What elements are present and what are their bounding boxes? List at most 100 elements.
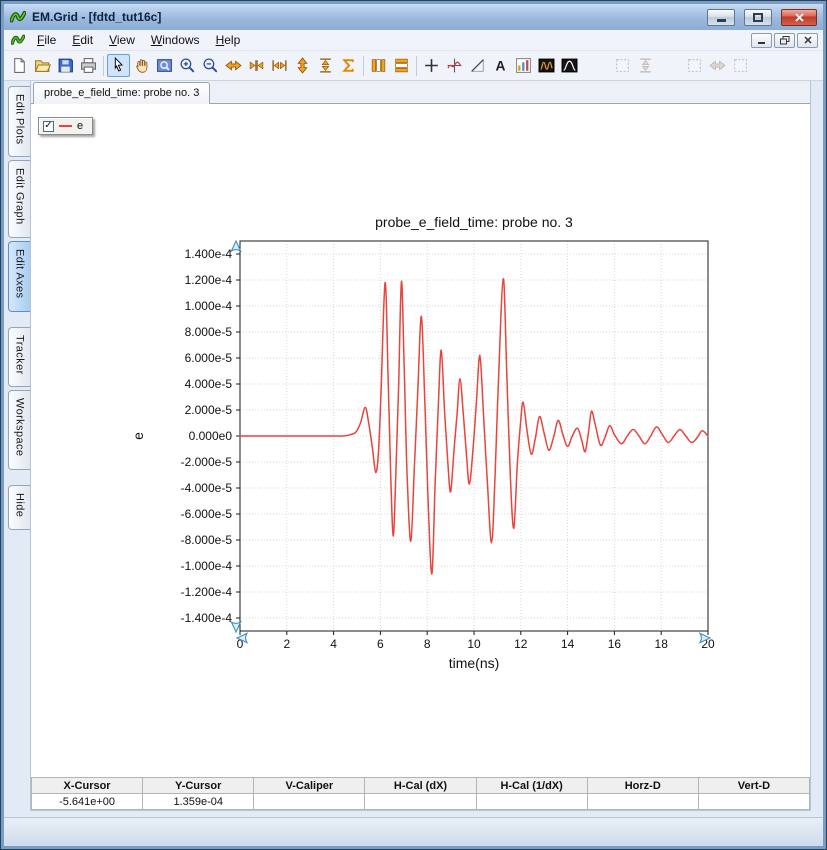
status-header-v-caliper: V-Caliper [254, 778, 365, 794]
select-cursor-icon [110, 57, 127, 74]
tab-probe-e-field-time[interactable]: probe_e_field_time: probe no. 3 [33, 82, 210, 104]
sidebar-tab-edit-graph[interactable]: Edit Graph [8, 160, 30, 238]
sidebar-tab-label: Hide [14, 493, 26, 517]
close-button[interactable] [781, 9, 817, 26]
new-graph-button[interactable] [512, 54, 535, 77]
x-tick-label: 12 [514, 637, 528, 651]
status-value-v-caliper [254, 794, 365, 810]
legend-checkbox[interactable]: ✓ [43, 121, 54, 132]
y-tick-label: 0.000e0 [189, 429, 233, 443]
link-box-button [683, 54, 706, 77]
select-cursor-button[interactable] [107, 54, 130, 77]
status-table: X-CursorY-CursorV-CaliperH-Cal (dX)H-Cal… [31, 777, 810, 810]
crosshair-button[interactable] [420, 54, 443, 77]
shrink-x-button[interactable] [245, 54, 268, 77]
zoom-selection-y-button [634, 54, 657, 77]
menu-windows[interactable]: Windows [143, 31, 208, 49]
sidebar-tab-workspace[interactable]: Workspace [8, 390, 30, 469]
y-axis-bottom-handle[interactable] [231, 622, 240, 632]
toolbar [4, 51, 823, 81]
fit-x-button[interactable] [268, 54, 291, 77]
open-file-button[interactable] [31, 54, 54, 77]
fit-x-icon [271, 57, 288, 74]
autoscale-icon [340, 57, 357, 74]
mdi-minimize-icon [758, 42, 765, 44]
window-function-button[interactable] [558, 54, 581, 77]
sidebar-tab-label: Edit Axes [14, 249, 26, 298]
legend-color-swatch [59, 125, 72, 127]
y-tick-label: 4.000e-5 [185, 377, 233, 391]
text-label-button[interactable] [489, 54, 512, 77]
y-tick-label: -4.000e-5 [181, 481, 233, 495]
text-label-icon [492, 57, 509, 74]
y-axis-top-handle[interactable] [231, 241, 240, 251]
legend: ✓ e [38, 117, 93, 135]
sidebar-tab-tracker[interactable]: Tracker [8, 327, 30, 388]
window-title: EM.Grid - [fdtd_tut16c] [32, 10, 161, 24]
new-file-button[interactable] [8, 54, 31, 77]
title-bar[interactable]: EM.Grid - [fdtd_tut16c] [4, 4, 823, 30]
x-tick-label: 10 [467, 637, 481, 651]
horizontal-markers-button[interactable] [390, 54, 413, 77]
fft-button[interactable] [535, 54, 558, 77]
new-graph-icon [515, 57, 532, 74]
tracker-button[interactable] [443, 54, 466, 77]
open-file-icon [34, 57, 51, 74]
fit-y-button[interactable] [314, 54, 337, 77]
document-icon [11, 33, 25, 47]
sidebar-tab-label: Edit Plots [14, 94, 26, 144]
caliper-button[interactable] [466, 54, 489, 77]
expand-y-button[interactable] [291, 54, 314, 77]
maximize-button[interactable] [744, 9, 772, 26]
vertical-markers-button[interactable] [367, 54, 390, 77]
status-header-vert-d: Vert-D [698, 778, 809, 794]
menu-file[interactable]: File [29, 31, 64, 49]
zoom-selection-x-button [706, 54, 729, 77]
sidebar-tab-label: Workspace [14, 398, 26, 456]
x-tick-label: 4 [330, 637, 337, 651]
sidebar-tab-edit-axes[interactable]: Edit Axes [8, 241, 30, 311]
expand-x-button[interactable] [222, 54, 245, 77]
mdi-minimize-button[interactable] [751, 33, 772, 48]
cursor-readout: X-CursorY-CursorV-CaliperH-Cal (dX)H-Cal… [31, 777, 810, 810]
y-tick-label: -6.000e-5 [181, 507, 233, 521]
expand-x-icon [225, 57, 242, 74]
maximize-icon [753, 13, 763, 22]
sidebar-tab-edit-plots[interactable]: Edit Plots [8, 86, 30, 157]
y-tick-label: 1.000e-4 [185, 299, 233, 313]
zoom-selection-x-icon [709, 57, 726, 74]
legend-label: e [77, 120, 83, 132]
new-file-icon [11, 57, 28, 74]
sidebar-tabs: Edit Plots Edit Graph Edit Axes Tracker Work… [4, 81, 30, 811]
menu-help[interactable]: Help [208, 31, 249, 49]
plot-tab-bar: probe_e_field_time: probe no. 3 [31, 81, 810, 104]
mdi-close-icon [804, 36, 812, 44]
x-tick-label: 2 [283, 637, 290, 651]
autoscale-button[interactable] [337, 54, 360, 77]
menu-edit[interactable]: Edit [64, 31, 101, 49]
chart-title: probe_e_field_time: probe no. 3 [375, 214, 573, 230]
status-value-horz-d [587, 794, 698, 810]
zoom-box-button[interactable] [153, 54, 176, 77]
zoom-selection-y-icon [637, 57, 654, 74]
menu-view[interactable]: View [101, 31, 143, 49]
x-axis-label: time(ns) [449, 655, 500, 671]
window-function-icon [561, 57, 578, 74]
status-header-horz-d: Horz-D [587, 778, 698, 794]
y-tick-label: -8.000e-5 [181, 533, 233, 547]
save-button[interactable] [54, 54, 77, 77]
pan-icon [133, 57, 150, 74]
pan-button[interactable] [130, 54, 153, 77]
sidebar-tab-hide[interactable]: Hide [8, 485, 30, 530]
y-tick-label: 6.000e-5 [185, 351, 233, 365]
horizontal-markers-icon [393, 57, 410, 74]
zoom-out-button[interactable] [199, 54, 222, 77]
print-button[interactable] [77, 54, 100, 77]
mdi-close-button[interactable] [797, 33, 818, 48]
mdi-controls [749, 33, 820, 48]
mdi-restore-button[interactable] [774, 33, 795, 48]
zoom-in-button[interactable] [176, 54, 199, 77]
main-area: Edit Plots Edit Graph Edit Axes Tracker Work… [4, 81, 823, 817]
minimize-button[interactable] [707, 9, 735, 26]
plot-pane: ✓ e 024681012141618201.400e-41.200e-41.0… [31, 104, 810, 777]
